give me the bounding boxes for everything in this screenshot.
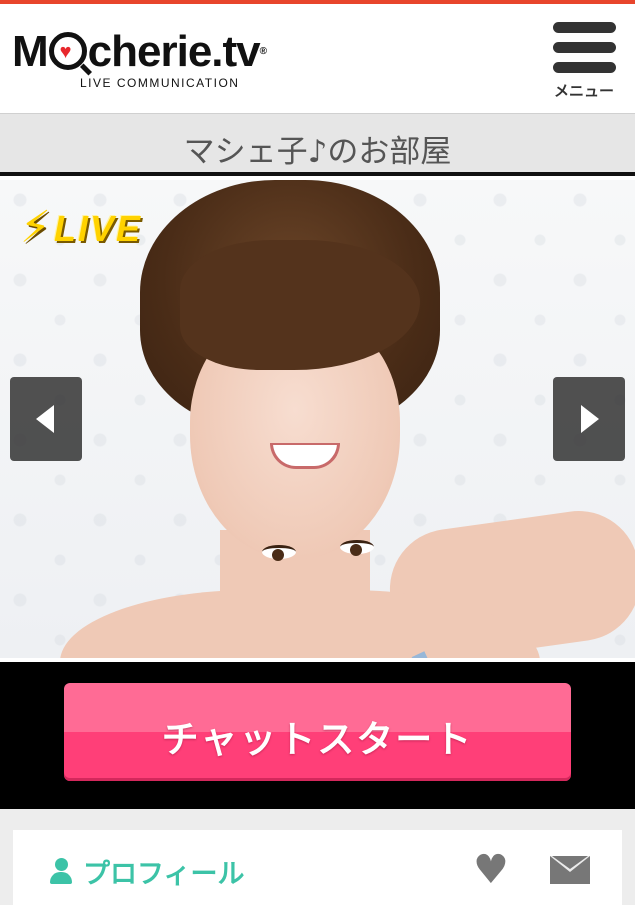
lightning-icon: ⚡	[20, 202, 51, 253]
profile-tab-label[interactable]: プロフィール	[83, 852, 244, 891]
heart-icon[interactable]: ♥	[473, 850, 509, 890]
live-badge: ⚡ LIVE	[20, 202, 180, 254]
profile-card: プロフィール ♥	[13, 830, 622, 905]
menu-button[interactable]: メニュー	[548, 22, 620, 102]
prev-image-button[interactable]	[10, 377, 82, 461]
arrow-left-icon	[36, 405, 54, 433]
performer-eye-right	[340, 540, 374, 556]
logo-subtitle: LIVE COMMUNICATION	[80, 76, 240, 90]
chat-start-band: チャットスタート	[0, 662, 635, 809]
logo-heart-magnifier-icon: ♥	[48, 32, 87, 70]
performer-eye-left	[262, 545, 296, 561]
hamburger-icon-bar	[553, 42, 616, 53]
room-title: マシェ子♪のお部屋	[183, 134, 452, 170]
hamburger-icon-bar	[553, 62, 616, 73]
next-image-button[interactable]	[553, 377, 625, 461]
chat-start-label: チャットスタート	[161, 718, 474, 761]
site-header: M ♥ cherie.tv® LIVE COMMUNICATION メニュー	[0, 4, 635, 113]
chat-start-button[interactable]: チャットスタート	[64, 683, 571, 781]
arrow-right-icon	[581, 405, 599, 433]
live-badge-text: LIVE	[54, 208, 143, 249]
profile-section: プロフィール ♥	[0, 809, 635, 905]
performer-image-slider[interactable]: ⚡ LIVE	[0, 180, 635, 658]
menu-label: メニュー	[553, 82, 614, 100]
site-logo[interactable]: M ♥ cherie.tv® LIVE COMMUNICATION	[12, 30, 292, 92]
mail-icon[interactable]	[550, 856, 590, 884]
room-title-bar: マシェ子♪のお部屋	[0, 113, 635, 176]
person-icon	[50, 858, 72, 884]
logo-wordmark: M ♥ cherie.tv®	[12, 27, 267, 76]
hamburger-icon	[553, 22, 616, 33]
